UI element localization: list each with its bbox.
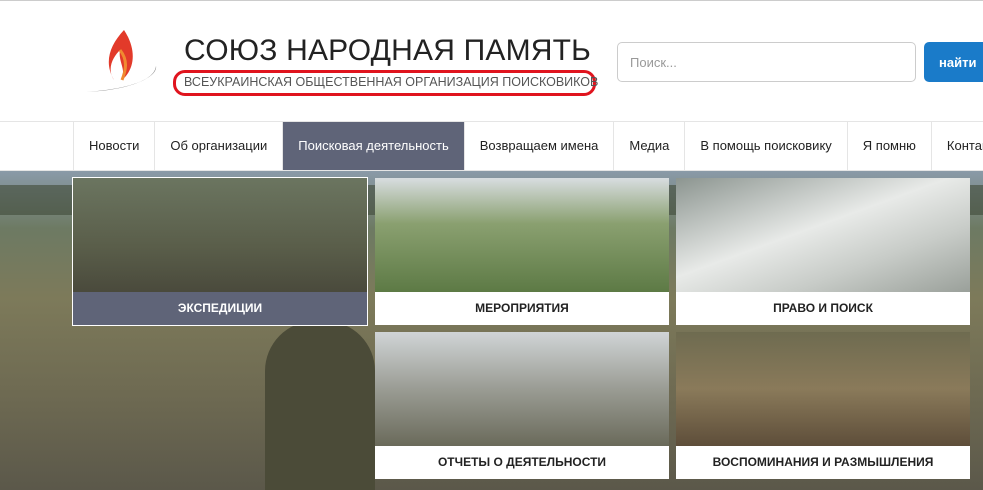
tile-caption: ОТЧЕТЫ О ДЕЯТЕЛЬНОСТИ	[375, 446, 669, 479]
nav-search-activity[interactable]: Поисковая деятельность	[282, 122, 464, 170]
site-subtitle: ВСЕУКРАИНСКАЯ ОБЩЕСТВЕННАЯ ОРГАНИЗАЦИЯ П…	[173, 70, 598, 96]
tile-events[interactable]: МЕРОПРИЯТИЯ	[375, 178, 669, 325]
tile-expeditions[interactable]: ЭКСПЕДИЦИИ	[72, 177, 368, 326]
tile-caption: МЕРОПРИЯТИЯ	[375, 292, 669, 325]
nav-media[interactable]: Медиа	[613, 122, 684, 170]
tile-image	[375, 178, 669, 292]
tile-caption: ПРАВО И ПОИСК	[676, 292, 970, 325]
search-input[interactable]	[617, 42, 916, 82]
tile-law[interactable]: ПРАВО И ПОИСК	[676, 178, 970, 325]
flame-logo-icon[interactable]	[84, 28, 160, 96]
site-title[interactable]: СОЮЗ НАРОДНАЯ ПАМЯТЬ	[184, 34, 591, 68]
nav-about[interactable]: Об организации	[154, 122, 282, 170]
nav-names[interactable]: Возвращаем имена	[463, 122, 614, 170]
nav-contacts[interactable]: Контакты	[930, 122, 983, 170]
search-button[interactable]: найти	[924, 42, 983, 82]
tile-image	[375, 332, 669, 446]
nav-help[interactable]: В помощь поисковику	[684, 122, 846, 170]
main-nav: Новости Об организации Поисковая деятель…	[0, 121, 983, 171]
tile-image	[676, 178, 970, 292]
nav-news[interactable]: Новости	[73, 122, 154, 170]
tile-memories[interactable]: ВОСПОМИНАНИЯ И РАЗМЫШЛЕНИЯ	[676, 332, 970, 479]
tile-image	[676, 332, 970, 446]
tile-caption: ВОСПОМИНАНИЯ И РАЗМЫШЛЕНИЯ	[676, 446, 970, 479]
nav-remember[interactable]: Я помню	[846, 122, 931, 170]
top-border	[0, 0, 983, 1]
tile-reports[interactable]: ОТЧЕТЫ О ДЕЯТЕЛЬНОСТИ	[375, 332, 669, 479]
tile-image	[73, 178, 367, 292]
tile-caption: ЭКСПЕДИЦИИ	[73, 292, 367, 325]
hero-person	[265, 321, 375, 490]
